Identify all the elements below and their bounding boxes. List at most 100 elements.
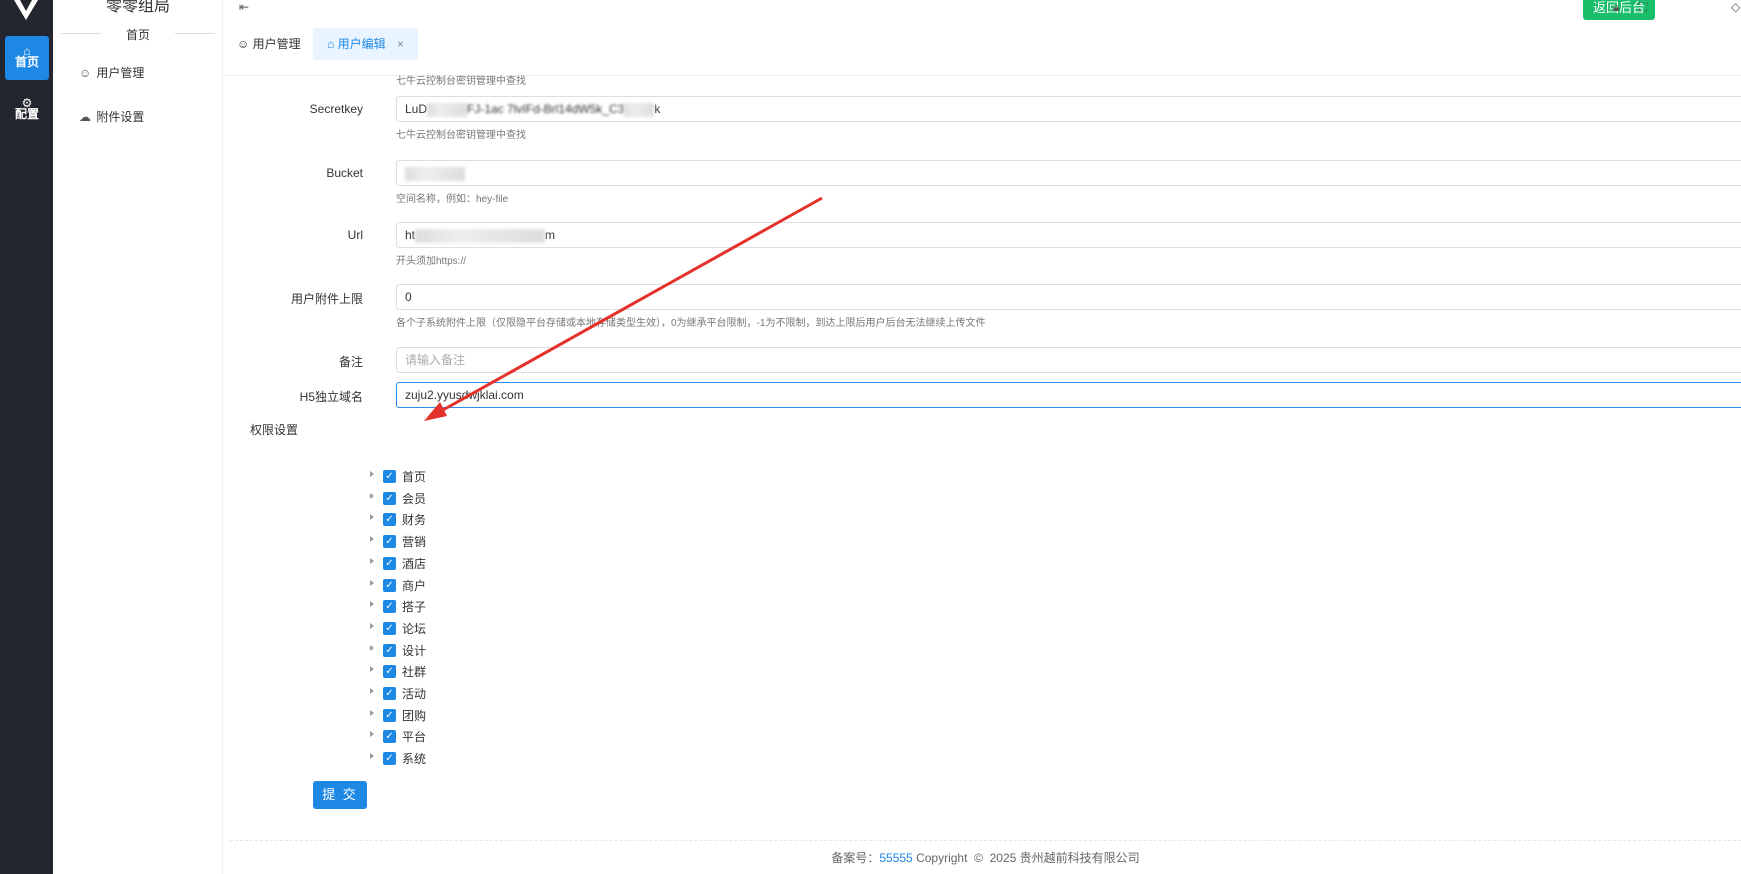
permission-label: 首页 bbox=[402, 470, 427, 484]
field-label: Secretkey bbox=[309, 102, 363, 116]
field-hint: 七牛云控制台密钥管理中查找 bbox=[396, 76, 526, 87]
permission-node[interactable]: ✓ 营销 bbox=[370, 533, 450, 551]
input-value: m bbox=[545, 228, 556, 242]
checkbox-checked[interactable]: ✓ bbox=[383, 513, 396, 527]
copyright-text: Copyright bbox=[916, 851, 968, 865]
app-brand: 零零组局 bbox=[105, 0, 170, 15]
checkbox-checked[interactable]: ✓ bbox=[383, 491, 396, 505]
home-icon: ⌂ bbox=[327, 37, 335, 51]
redaction-blur bbox=[405, 166, 465, 181]
field-label: 备注 bbox=[338, 355, 363, 369]
edit-form: 七牛云控制台密钥管理中查找 Secretkey LuD FJ-1ac 7lvIFd… bbox=[230, 76, 1741, 836]
permission-node[interactable]: ✓ 财务 bbox=[370, 511, 450, 529]
page-tabs: ☺ 用户管理 ⌂ 用户编辑 × bbox=[223, 26, 1741, 76]
permission-label: 营销 bbox=[402, 535, 427, 550]
permission-label: 搭子 bbox=[402, 600, 427, 615]
checkbox-checked[interactable]: ✓ bbox=[383, 600, 396, 614]
sidebar-item-attachment-settings[interactable]: ☁ 附件设置 bbox=[79, 108, 144, 125]
close-icon[interactable]: × bbox=[397, 37, 404, 51]
secretkey-input[interactable]: LuD FJ-1ac 7lvIFd-Brl14dW5k_C3 k bbox=[396, 96, 1741, 122]
rail-item-config[interactable]: ⚙ 配置 bbox=[5, 88, 49, 132]
permission-node[interactable]: ✓ 设计 bbox=[370, 642, 450, 660]
rail-item-home[interactable]: ⌂ 首页 bbox=[5, 36, 49, 80]
field-hint: 开头须加https:// bbox=[396, 256, 467, 267]
collapse-menu-icon[interactable]: ⇤ bbox=[239, 0, 249, 14]
permission-label: 会员 bbox=[402, 491, 427, 506]
expand-arrow-icon[interactable] bbox=[370, 471, 374, 477]
rail-item-label: 首页 bbox=[14, 55, 39, 69]
field-label: 用户附件上限 bbox=[290, 292, 363, 306]
expand-arrow-icon[interactable] bbox=[370, 514, 374, 521]
expand-arrow-icon[interactable] bbox=[370, 709, 374, 716]
permission-node[interactable]: ✓ 首页 bbox=[370, 468, 450, 486]
permission-label: 社群 bbox=[402, 665, 427, 680]
expand-arrow-icon[interactable] bbox=[370, 492, 374, 499]
permission-node[interactable]: ✓ 搭子 bbox=[370, 598, 450, 616]
permission-node[interactable]: ✓ 活动 bbox=[370, 685, 450, 703]
permission-label: 活动 bbox=[402, 687, 427, 701]
checkbox-checked[interactable]: ✓ bbox=[383, 621, 396, 635]
sidebar-item-label: 附件设置 bbox=[96, 110, 145, 124]
expand-arrow-icon[interactable] bbox=[370, 601, 374, 608]
settings-icon: ⚙ bbox=[21, 96, 33, 110]
permission-label: 商户 bbox=[402, 578, 427, 593]
expand-arrow-icon[interactable] bbox=[370, 579, 374, 586]
permission-label: 系统 bbox=[402, 752, 427, 767]
url-input[interactable]: ht m bbox=[396, 222, 1741, 248]
permission-node[interactable]: ✓ 论坛 bbox=[370, 620, 450, 638]
checkbox-checked[interactable]: ✓ bbox=[383, 643, 396, 657]
logo-icon bbox=[14, 0, 38, 20]
checkbox-checked[interactable]: ✓ bbox=[383, 752, 396, 766]
sidebar-item-user-management[interactable]: ☺ 用户管理 bbox=[79, 64, 144, 81]
checkbox-checked[interactable]: ✓ bbox=[383, 578, 396, 592]
checkbox-checked[interactable]: ✓ bbox=[383, 665, 396, 679]
tab-user-management[interactable]: ☺ 用户管理 bbox=[223, 28, 315, 60]
permission-node[interactable]: ✓ 社群 bbox=[370, 663, 450, 681]
checkbox-checked[interactable]: ✓ bbox=[383, 708, 396, 722]
page-footer: 备案号：55555 Copyright © 2025 贵州越前科技有限公司 bbox=[230, 840, 1741, 866]
rail-item-label: 配置 bbox=[14, 107, 39, 121]
redaction-blur bbox=[415, 228, 546, 243]
permission-label: 财务 bbox=[402, 513, 427, 528]
expand-arrow-icon[interactable] bbox=[370, 731, 374, 738]
expand-arrow-icon[interactable] bbox=[370, 688, 374, 694]
expand-arrow-icon[interactable] bbox=[370, 557, 374, 564]
expand-arrow-icon[interactable] bbox=[370, 622, 374, 629]
sidebar-item-label: 用户管理 bbox=[96, 66, 145, 80]
sidebar-crumb: 首页 bbox=[61, 26, 215, 43]
fullscreen-icon[interactable]: ⛶ bbox=[1639, 0, 1647, 15]
permission-node[interactable]: ✓ 系统 bbox=[370, 750, 450, 768]
permission-label: 团购 bbox=[402, 708, 427, 723]
permission-node[interactable]: ✓ 平台 bbox=[370, 728, 450, 746]
attachment-limit-input[interactable]: 0 bbox=[396, 284, 1741, 310]
permission-node[interactable]: ✓ 会员 bbox=[370, 490, 450, 508]
checkbox-checked[interactable]: ✓ bbox=[383, 470, 396, 483]
lock-icon[interactable]: 🔒︎ bbox=[1613, 0, 1619, 15]
redaction-blur bbox=[427, 102, 468, 117]
checkbox-checked[interactable]: ✓ bbox=[383, 556, 396, 570]
remark-input[interactable]: 请输入备注 bbox=[396, 347, 1741, 373]
theme-icon[interactable]: ◇ bbox=[1731, 0, 1740, 14]
permission-label: 论坛 bbox=[402, 621, 427, 636]
expand-arrow-icon[interactable] bbox=[370, 644, 374, 651]
expand-arrow-icon[interactable] bbox=[370, 753, 374, 760]
h5-domain-input[interactable]: zuju2.yyusdwjklai.com bbox=[396, 382, 1741, 408]
permission-node[interactable]: ✓ 团购 bbox=[370, 707, 450, 725]
main-nav-rail: ⌂ 首页 ⚙ 配置 bbox=[0, 0, 53, 874]
submit-button[interactable]: 提 交 bbox=[313, 781, 367, 809]
cloud-upload-icon: ☁ bbox=[79, 110, 91, 124]
expand-arrow-icon[interactable] bbox=[370, 536, 374, 543]
field-label: Bucket bbox=[326, 166, 363, 180]
checkbox-checked[interactable]: ✓ bbox=[383, 535, 396, 549]
home-icon: ⌂ bbox=[23, 44, 31, 58]
company-text: 2025 贵州越前科技有限公司 bbox=[989, 851, 1140, 865]
icp-number-link[interactable]: 55555 bbox=[879, 851, 912, 865]
expand-arrow-icon[interactable] bbox=[370, 666, 374, 673]
checkbox-checked[interactable]: ✓ bbox=[383, 687, 396, 700]
sub-sidebar: 零零组局 首页 ☺ 用户管理 ☁ 附件设置 bbox=[53, 0, 223, 874]
bucket-input[interactable] bbox=[396, 160, 1741, 186]
checkbox-checked[interactable]: ✓ bbox=[383, 730, 396, 744]
tab-user-edit[interactable]: ⌂ 用户编辑 × bbox=[313, 28, 418, 60]
permission-node[interactable]: ✓ 酒店 bbox=[370, 555, 450, 573]
permission-node[interactable]: ✓ 商户 bbox=[370, 577, 450, 595]
